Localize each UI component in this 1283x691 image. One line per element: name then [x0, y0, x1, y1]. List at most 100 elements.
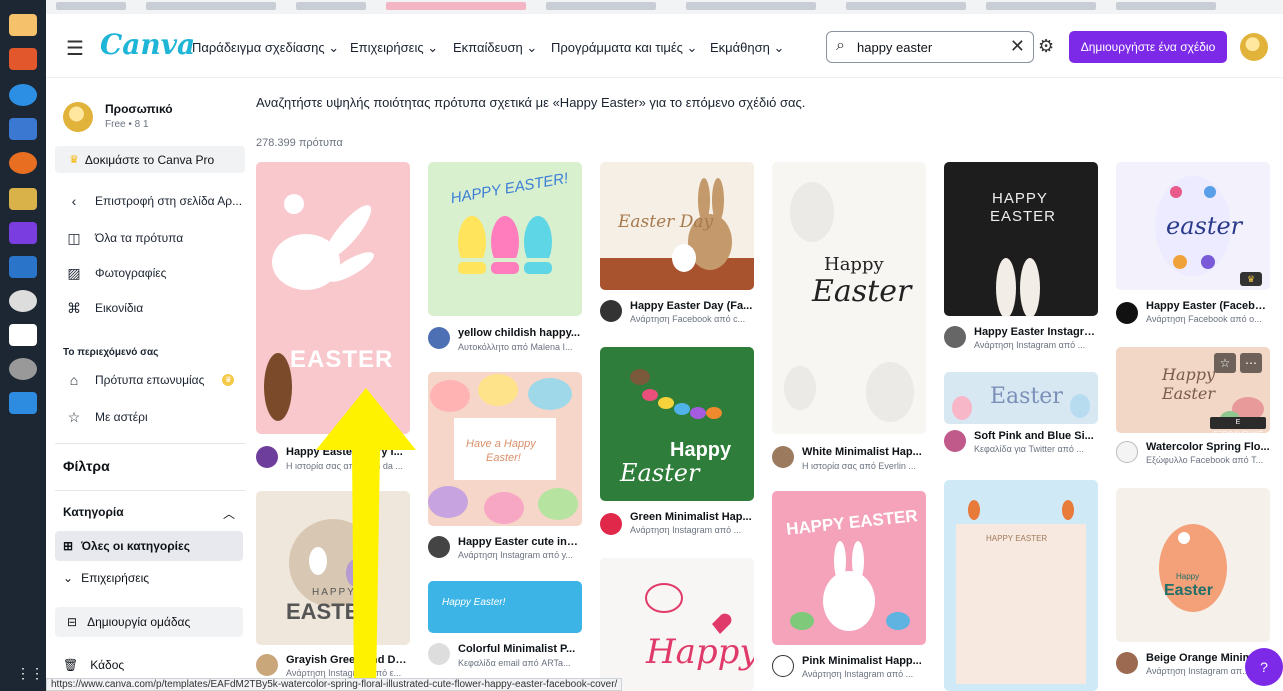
template-thumbnail[interactable]: Have a Happy Easter! — [428, 372, 582, 526]
nav-business[interactable]: Επιχειρήσεις ⌄ — [350, 40, 438, 56]
template-thumbnail[interactable]: Happy Easter ☆ ⋯ Ε ΕΞΟΦΛΗΘΗΚΕ — [1116, 347, 1270, 433]
thumb-text: Easter — [812, 274, 912, 309]
template-card[interactable]: easter ♛ Happy Easter (Facebo... Ανάρτησ… — [1116, 162, 1270, 334]
template-thumbnail[interactable]: Happy Easter! — [428, 581, 582, 633]
circle-icon[interactable] — [9, 358, 37, 380]
template-title[interactable]: Pink Minimalist Happ... — [802, 655, 926, 667]
thumb-text: Easter — [620, 459, 700, 487]
nav-pricing[interactable]: Προγράμματα και τιμές ⌄ — [551, 40, 697, 56]
store-icon[interactable] — [9, 48, 37, 70]
try-pro-button[interactable]: ♛ Δοκιμάστε το Canva Pro — [55, 146, 245, 173]
nav-design[interactable]: Παράδειγμα σχεδίασης ⌄ — [192, 40, 339, 56]
star-icon: ☆ — [67, 408, 81, 425]
canva-logo[interactable]: Canva — [100, 28, 195, 61]
template-card[interactable]: HAPPY EASTER Pink Minimalist Happ... Ανά… — [772, 491, 926, 691]
template-title[interactable]: Colorful Minimalist P... — [458, 643, 582, 655]
nav-education[interactable]: Εκπαίδευση ⌄ — [453, 40, 537, 56]
template-card[interactable]: Happy Easter! Colorful Minimalist P... Κ… — [428, 581, 582, 691]
create-design-button[interactable]: Δημιουργήστε ένα σχέδιο — [1069, 31, 1227, 63]
results-count: 278.399 πρότυπα — [256, 137, 343, 149]
template-subtitle: Κεφαλίδα email από ARTa... — [458, 658, 571, 668]
template-card[interactable]: Happy — [600, 558, 754, 691]
help-icon[interactable] — [9, 84, 37, 106]
template-card[interactable]: Have a Happy Easter! Happy Easter cute i… — [428, 372, 582, 568]
sidebar-item-starred[interactable]: ☆ Με αστέρι — [55, 402, 245, 432]
template-title[interactable]: Happy Easter (Facebo... — [1146, 300, 1270, 312]
business-filter[interactable]: ⌄ Επιχειρήσεις — [63, 571, 149, 585]
user-avatar[interactable] — [1240, 33, 1268, 61]
edit-icon[interactable] — [9, 324, 37, 346]
template-card[interactable]: Happy Easter Green Minimalist Hap... Ανά… — [600, 347, 754, 547]
template-title[interactable]: Watercolor Spring Flo... — [1146, 441, 1270, 453]
template-thumbnail[interactable]: Happy — [600, 558, 754, 691]
star-button[interactable]: ☆ — [1214, 353, 1236, 373]
settings-icon[interactable]: ⚙ — [1038, 36, 1054, 57]
template-card[interactable]: HAPPY EASTER — [944, 480, 1098, 691]
template-title[interactable]: Happy Easter cute ins... — [458, 536, 582, 548]
nav-learn[interactable]: Εκμάθηση ⌄ — [710, 40, 784, 56]
category-title[interactable]: Κατηγορία — [63, 505, 124, 519]
sidebar-item-all-templates[interactable]: ◫ Όλα τα πρότυπα — [55, 223, 245, 253]
template-card[interactable]: Easter Soft Pink and Blue Si... Κεφαλίδα… — [944, 372, 1098, 472]
sidebar-item-label: Επιστροφή στη σελίδα Αρ... — [95, 194, 243, 208]
template-thumbnail[interactable]: HAPPY EASTER! — [428, 162, 582, 316]
chrome-icon[interactable] — [9, 290, 37, 312]
template-card[interactable]: HAPPY EASTER Happy Easter Instagra... Αν… — [944, 162, 1098, 358]
all-categories-filter[interactable]: ⊞ Όλες οι κατηγορίες — [55, 531, 243, 561]
more-options-button[interactable]: ⋯ — [1240, 353, 1262, 373]
sidebar-item-back[interactable]: ‹ Επιστροφή στη σελίδα Αρ... — [55, 186, 245, 216]
grid-icon: ⊞ — [63, 539, 74, 553]
search-box[interactable]: ⌕ happy easter ✕ — [826, 31, 1034, 63]
template-thumbnail[interactable]: Easter Day — [600, 162, 754, 290]
template-thumbnail[interactable]: HAPPY EASTER — [944, 162, 1098, 316]
template-title[interactable]: Green Minimalist Hap... — [630, 511, 754, 523]
window-icon[interactable] — [9, 118, 37, 140]
template-card[interactable]: HAPPY EASTER! yellow childish happy... Α… — [428, 162, 582, 358]
template-thumbnail[interactable]: Happy Easter — [772, 162, 926, 434]
creator-avatar — [944, 326, 966, 348]
apps-grid-icon[interactable]: ⋮⋮ — [16, 665, 44, 682]
creator-avatar — [600, 513, 622, 535]
thumb-text: Happy — [824, 254, 884, 275]
exclusive-badge: Ε ΕΞΟΦΛΗΘΗΚΕ — [1210, 417, 1266, 433]
trash-item[interactable]: 🗑 Κάδος — [63, 658, 124, 672]
thumb-text: easter — [1166, 212, 1243, 240]
code-icon[interactable] — [9, 256, 37, 278]
sidebar-item-icons[interactable]: ⌘ Εικονίδια — [55, 293, 245, 323]
sidebar-item-label: Πρότυπα επωνυμίας — [95, 373, 205, 387]
browser-icon[interactable] — [9, 152, 37, 174]
app-icon[interactable] — [9, 14, 37, 36]
clear-search-icon[interactable]: ✕ — [1010, 36, 1025, 57]
template-thumbnail[interactable]: Easter — [944, 372, 1098, 424]
sidebar-item-photos[interactable]: ▨ Φωτογραφίες — [55, 258, 245, 288]
account-name[interactable]: Προσωπικό — [105, 102, 173, 116]
template-thumbnail[interactable]: HAPPY EASTER — [944, 480, 1098, 691]
account-avatar[interactable] — [63, 102, 93, 132]
template-thumbnail[interactable]: Happy Easter — [600, 347, 754, 501]
template-thumbnail[interactable]: easter ♛ — [1116, 162, 1270, 290]
create-team-button[interactable]: ⊟ Δημιουργία ομάδας — [55, 607, 243, 637]
template-title[interactable]: Happy Easter Instagra... — [974, 326, 1098, 338]
shield-icon[interactable] — [9, 222, 37, 244]
template-card[interactable]: Happy Easter White Minimalist Hap... Η ι… — [772, 162, 926, 482]
template-title[interactable]: Happy Easter Day (Fa... — [630, 300, 754, 312]
template-title[interactable]: White Minimalist Hap... — [802, 446, 926, 458]
sidebar-item-brand-templates[interactable]: ⌂ Πρότυπα επωνυμίας ♛ — [55, 365, 245, 395]
template-title[interactable]: yellow childish happy... — [458, 327, 582, 339]
template-card[interactable]: Easter Day Happy Easter Day (Fa... Ανάρτ… — [600, 162, 754, 334]
creator-avatar — [1116, 652, 1138, 674]
thumb-text: EASTER — [990, 208, 1057, 225]
doc-icon[interactable] — [9, 392, 37, 414]
search-input[interactable]: happy easter — [857, 40, 932, 55]
template-thumbnail[interactable]: Happy Easter — [1116, 488, 1270, 642]
floral-frame — [956, 500, 1086, 684]
menu-icon[interactable]: ☰ — [66, 36, 84, 61]
sidebar: Προσωπικό Free • 8 1 ♛ Δοκιμάστε το Canva… — [46, 78, 252, 691]
creator-avatar — [772, 655, 794, 677]
template-card[interactable]: Happy Easter ☆ ⋯ Ε ΕΞΟΦΛΗΘΗΚΕ Watercolor… — [1116, 347, 1270, 477]
help-button[interactable]: ? — [1245, 648, 1283, 686]
chevron-up-icon[interactable]: ︿ — [223, 505, 235, 522]
template-thumbnail[interactable]: HAPPY EASTER — [772, 491, 926, 645]
folder-icon[interactable] — [9, 188, 37, 210]
template-title[interactable]: Soft Pink and Blue Si... — [974, 430, 1098, 442]
